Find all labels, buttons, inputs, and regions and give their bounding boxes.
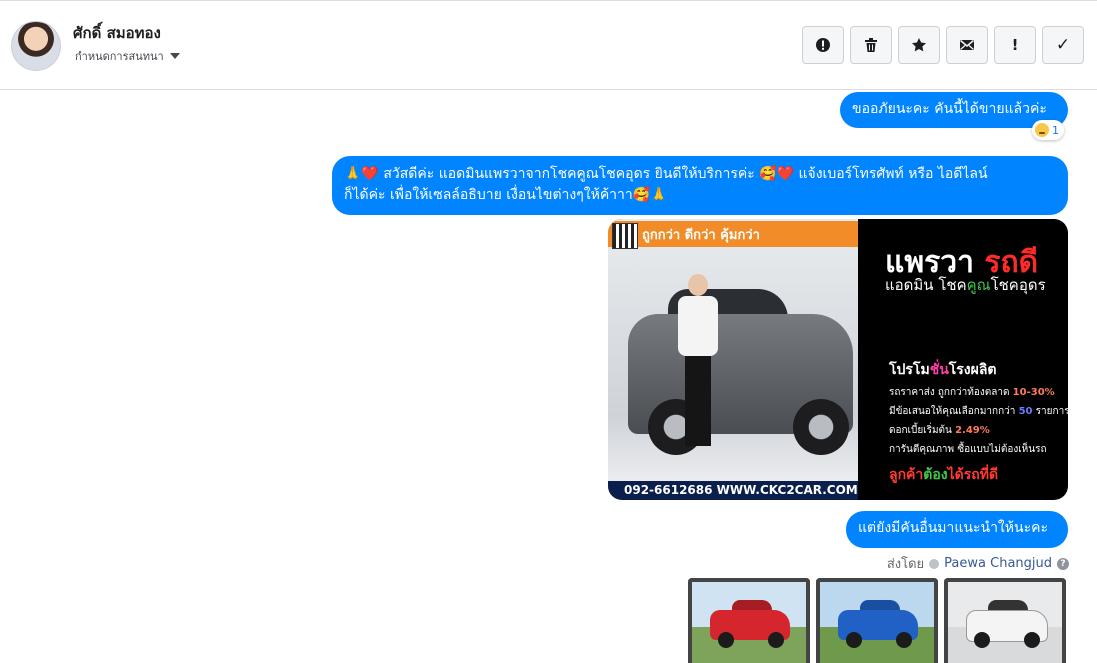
qr-code-icon: [612, 223, 638, 249]
verified-icon: [929, 558, 940, 569]
promo-line: ดอกเบี้ยเริ่มต้น 2.49%: [889, 425, 990, 436]
message-text: แต่ยังมีคันอื่นมาแนะนำให้นะคะ: [858, 520, 1048, 536]
promo-title: โปรโมชั่นโรงผลิต: [889, 362, 997, 378]
message-bubble[interactable]: แต่ยังมีคันอื่นมาแนะนำให้นะคะ: [846, 511, 1068, 548]
mark-unread-button[interactable]: [946, 26, 988, 64]
mark-done-button[interactable]: ✓: [1042, 26, 1084, 64]
message-text: ขออภัยนะคะ คันนี้ได้ขายแล้วค่ะ: [852, 101, 1047, 117]
contact-name[interactable]: ศักดิ์ สมอทอง: [73, 21, 161, 45]
truck-wheel: [793, 399, 849, 455]
alert-circle-icon: [816, 38, 830, 52]
promo-photo: ถูกกว่า ดีกว่า คุ้มกว่า 092-6612686 WWW.…: [608, 219, 858, 500]
reaction-count: 1: [1052, 123, 1059, 137]
star-button[interactable]: [898, 26, 940, 64]
delete-button[interactable]: [850, 26, 892, 64]
action-toolbar: ! ✓: [802, 26, 1084, 64]
sender-name-link[interactable]: Paewa Changjud: [944, 556, 1052, 571]
promo-tagline: แอดมิน โชคคูณโชคอุดร: [885, 276, 1046, 294]
promo-line: มีข้อเสนอให้คุณเลือกมากกว่า 50 รายการ: [889, 406, 1068, 417]
envelope-icon: [960, 39, 974, 50]
checkmark-icon: ✓: [1055, 35, 1071, 55]
promo-banner-text: ถูกกว่า ดีกว่า คุ้มกว่า: [642, 227, 760, 243]
trash-icon: [865, 38, 877, 52]
promo-text-panel: แพรวา รถดี แอดมิน โชคคูณโชคอุดร โปรโมชั่…: [873, 219, 1068, 500]
message-text-line: 🙏❤️ สวัสดีค่ะ แอดมินแพรวาจากโชคคูณโชคอุด…: [344, 166, 988, 182]
conversation-settings[interactable]: กำหนดการสนทนา: [75, 47, 180, 65]
report-button[interactable]: [802, 26, 844, 64]
model-figure: [678, 274, 718, 454]
conversation-header: ศักดิ์ สมอทอง กำหนดการสนทนา ! ✓: [0, 1, 1097, 90]
car-thumbnail[interactable]: [816, 578, 938, 663]
conversation-settings-label: กำหนดการสนทนา: [75, 50, 164, 63]
car-thumbnail[interactable]: [944, 578, 1066, 663]
sent-by-info: ส่งโดย Paewa Changjud ?: [887, 553, 1069, 574]
sad-reaction-icon: [1035, 123, 1049, 137]
exclamation-icon: !: [1011, 36, 1019, 54]
caret-down-icon: [169, 53, 180, 59]
car-thumbnail[interactable]: [688, 578, 810, 663]
promo-line: รถราคาส่ง ถูกกว่าท้องตลาด 10-30%: [889, 387, 1055, 398]
promo-line: การันตีคุณภาพ ซื้อแบบไม่ต้องเห็นรถ: [889, 444, 1047, 455]
promo-image[interactable]: ถูกกว่า ดีกว่า คุ้มกว่า 092-6612686 WWW.…: [608, 219, 1068, 500]
promo-banner: ถูกกว่า ดีกว่า คุ้มกว่า: [608, 221, 858, 249]
promo-contact: 092-6612686 WWW.CKC2CAR.COM: [608, 481, 858, 500]
help-icon[interactable]: ?: [1057, 557, 1069, 570]
avatar[interactable]: [11, 21, 61, 71]
message-text-line: ก็ได้ค่ะ เพื่อให้เซลล์อธิบาย เงื่อนไขต่า…: [344, 187, 668, 203]
star-icon: [912, 38, 926, 52]
message-bubble[interactable]: 🙏❤️ สวัสดีค่ะ แอดมินแพรวาจากโชคคูณโชคอุด…: [332, 156, 1068, 215]
sent-by-prefix: ส่งโดย: [886, 557, 925, 572]
promo-cta: ลูกค้าต้องได้รถที่ดี: [889, 467, 999, 483]
spam-button[interactable]: !: [994, 26, 1036, 64]
reaction-badge[interactable]: 1: [1032, 120, 1064, 140]
